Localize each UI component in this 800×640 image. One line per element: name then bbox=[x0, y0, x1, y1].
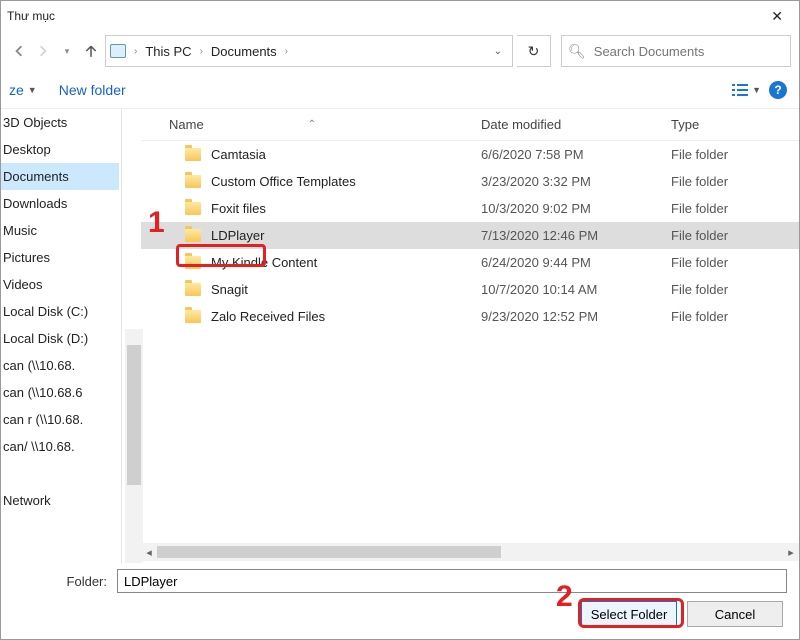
this-pc-icon bbox=[110, 44, 126, 58]
chevron-right-icon: › bbox=[198, 46, 205, 57]
file-name: Snagit bbox=[211, 282, 248, 297]
table-row[interactable]: My Kindle Content 6/24/2020 9:44 PMFile f… bbox=[141, 249, 799, 276]
sidebar-item[interactable]: Local Disk (D:) bbox=[1, 325, 119, 352]
file-pane: Name ⌃ Date modified Type Camtasia 6/6/20… bbox=[141, 109, 799, 563]
splitter[interactable] bbox=[119, 109, 125, 563]
titlebar: Thư mục ✕ bbox=[1, 1, 799, 31]
help-icon[interactable]: ? bbox=[769, 81, 787, 99]
column-headers: Name ⌃ Date modified Type bbox=[141, 109, 799, 141]
sidebar-item[interactable]: Documents bbox=[1, 163, 119, 190]
chevron-right-icon: › bbox=[132, 46, 139, 57]
file-date: 10/3/2020 9:02 PM bbox=[481, 201, 671, 216]
file-date: 10/7/2020 10:14 AM bbox=[481, 282, 671, 297]
folder-input[interactable] bbox=[117, 569, 787, 593]
sidebar-item[interactable]: Downloads bbox=[1, 190, 119, 217]
sidebar-item[interactable]: can/ \\10.68. bbox=[1, 433, 119, 460]
file-name: Custom Office Templates bbox=[211, 174, 356, 189]
toolbar: ze▼ New folder ▼ ? bbox=[1, 71, 799, 109]
sidebar-item[interactable]: Music bbox=[1, 217, 119, 244]
file-name: Foxit files bbox=[211, 201, 266, 216]
new-folder-button[interactable]: New folder bbox=[51, 78, 134, 102]
forward-button[interactable] bbox=[33, 35, 53, 67]
file-date: 3/23/2020 3:32 PM bbox=[481, 174, 671, 189]
table-row[interactable]: LDPlayer 7/13/2020 12:46 PMFile folder bbox=[141, 222, 799, 249]
organize-button[interactable]: ze▼ bbox=[1, 78, 45, 102]
search-icon: 🔍︎ bbox=[568, 43, 586, 60]
address-bar[interactable]: › This PC › Documents › ⌄ bbox=[105, 35, 513, 67]
horizontal-scrollbar[interactable]: ◂ ▸ bbox=[141, 543, 799, 561]
sidebar: 3D ObjectsDesktopDocumentsDownloadsMusic… bbox=[1, 109, 119, 563]
nav-row: ▾ › This PC › Documents › ⌄ ↻ 🔍︎ bbox=[1, 31, 799, 71]
file-type: File folder bbox=[671, 147, 799, 162]
file-date: 9/23/2020 12:52 PM bbox=[481, 309, 671, 324]
sidebar-item[interactable] bbox=[1, 460, 119, 487]
breadcrumb-root[interactable]: This PC bbox=[141, 42, 195, 61]
file-name: My Kindle Content bbox=[211, 255, 317, 270]
sidebar-item[interactable]: can r (\\10.68. bbox=[1, 406, 119, 433]
column-type[interactable]: Type bbox=[671, 117, 799, 132]
up-button[interactable] bbox=[81, 35, 101, 67]
sidebar-item[interactable]: Local Disk (C:) bbox=[1, 298, 119, 325]
file-list: Camtasia6/6/2020 7:58 PMFile folderCusto… bbox=[141, 141, 799, 543]
file-type: File folder bbox=[671, 309, 799, 324]
folder-label: Folder: bbox=[13, 574, 107, 589]
scroll-right-icon[interactable]: ▸ bbox=[783, 546, 799, 559]
folder-picker-window: Thư mục ✕ ▾ › This PC › Documents › ⌄ ↻ … bbox=[0, 0, 800, 640]
sidebar-item[interactable]: can (\\10.68.6 bbox=[1, 379, 119, 406]
sidebar-item[interactable]: can (\\10.68. bbox=[1, 352, 119, 379]
select-folder-button[interactable]: Select Folder bbox=[581, 601, 677, 627]
sidebar-item[interactable]: Pictures bbox=[1, 244, 119, 271]
sidebar-item[interactable]: Videos bbox=[1, 271, 119, 298]
back-button[interactable] bbox=[9, 35, 29, 67]
folder-icon bbox=[185, 310, 201, 323]
sidebar-item[interactable]: Network bbox=[1, 487, 119, 514]
file-date: 6/24/2020 9:44 PM bbox=[481, 255, 671, 270]
refresh-button[interactable]: ↻ bbox=[517, 35, 551, 67]
file-type: File folder bbox=[671, 228, 799, 243]
folder-icon bbox=[185, 256, 201, 269]
file-type: File folder bbox=[671, 174, 799, 189]
folder-icon bbox=[185, 175, 201, 188]
search-input[interactable] bbox=[592, 43, 784, 60]
recent-dropdown-icon[interactable]: ▾ bbox=[57, 35, 77, 67]
window-title: Thư mục bbox=[7, 9, 761, 23]
column-date[interactable]: Date modified bbox=[481, 117, 671, 132]
bottom-bar: Folder: Select Folder Cancel bbox=[1, 563, 799, 639]
file-name: Camtasia bbox=[211, 147, 266, 162]
close-icon[interactable]: ✕ bbox=[761, 4, 793, 29]
column-name[interactable]: Name ⌃ bbox=[141, 117, 481, 132]
folder-icon bbox=[185, 283, 201, 296]
file-type: File folder bbox=[671, 255, 799, 270]
address-dropdown-icon[interactable]: ⌄ bbox=[488, 46, 508, 57]
folder-icon bbox=[185, 148, 201, 161]
breadcrumb-current[interactable]: Documents bbox=[207, 42, 281, 61]
table-row[interactable]: Snagit 10/7/2020 10:14 AMFile folder bbox=[141, 276, 799, 303]
scroll-left-icon[interactable]: ◂ bbox=[141, 546, 157, 559]
folder-row: Folder: bbox=[13, 569, 787, 593]
file-date: 7/13/2020 12:46 PM bbox=[481, 228, 671, 243]
sidebar-item[interactable]: Desktop bbox=[1, 136, 119, 163]
chevron-right-icon: › bbox=[283, 46, 290, 57]
table-row[interactable]: Custom Office Templates 3/23/2020 3:32 PM… bbox=[141, 168, 799, 195]
table-row[interactable]: Zalo Received Files 9/23/2020 12:52 PMFil… bbox=[141, 303, 799, 330]
file-type: File folder bbox=[671, 201, 799, 216]
file-name: Zalo Received Files bbox=[211, 309, 325, 324]
file-name: LDPlayer bbox=[211, 228, 264, 243]
search-box[interactable]: 🔍︎ bbox=[561, 35, 791, 67]
file-type: File folder bbox=[671, 282, 799, 297]
view-options-button[interactable]: ▼ bbox=[732, 83, 761, 97]
folder-icon bbox=[185, 202, 201, 215]
sort-asc-icon: ⌃ bbox=[308, 119, 316, 130]
body: 3D ObjectsDesktopDocumentsDownloadsMusic… bbox=[1, 109, 799, 563]
table-row[interactable]: Foxit files 10/3/2020 9:02 PMFile folder bbox=[141, 195, 799, 222]
folder-icon bbox=[185, 229, 201, 242]
sidebar-item[interactable]: 3D Objects bbox=[1, 109, 119, 136]
table-row[interactable]: Camtasia 6/6/2020 7:58 PMFile folder bbox=[141, 141, 799, 168]
cancel-button[interactable]: Cancel bbox=[687, 601, 783, 627]
file-date: 6/6/2020 7:58 PM bbox=[481, 147, 671, 162]
